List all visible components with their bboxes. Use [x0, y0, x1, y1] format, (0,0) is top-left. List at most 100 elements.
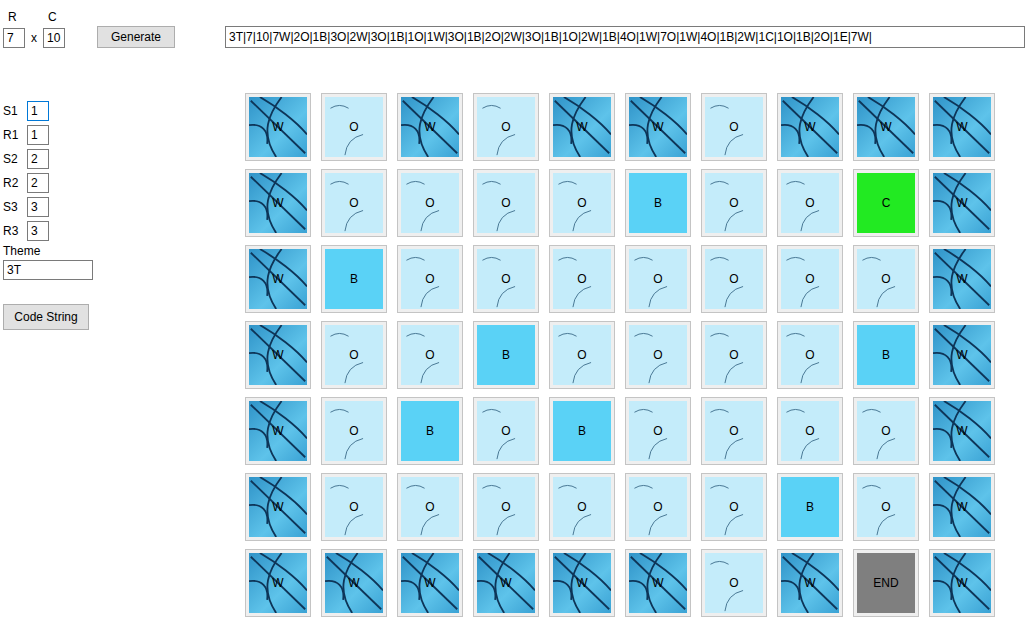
tile[interactable]: W: [929, 549, 995, 617]
tile-label: O: [347, 196, 360, 210]
param-input[interactable]: [27, 221, 49, 241]
tile[interactable]: O: [853, 473, 919, 541]
tile[interactable]: W: [777, 549, 843, 617]
tile[interactable]: O: [853, 397, 919, 465]
tile[interactable]: O: [701, 321, 767, 389]
tile[interactable]: O: [701, 549, 767, 617]
tile[interactable]: O: [473, 169, 539, 237]
tile[interactable]: O: [853, 245, 919, 313]
tile[interactable]: O: [397, 245, 463, 313]
tile[interactable]: O: [549, 245, 615, 313]
tile-label: W: [422, 120, 437, 134]
tile[interactable]: O: [777, 169, 843, 237]
tile[interactable]: W: [397, 549, 463, 617]
param-input[interactable]: [27, 197, 49, 217]
tile[interactable]: W: [625, 93, 691, 161]
tile[interactable]: W: [777, 93, 843, 161]
tile[interactable]: W: [929, 245, 995, 313]
tile[interactable]: O: [321, 169, 387, 237]
tile[interactable]: W: [853, 93, 919, 161]
tile[interactable]: W: [321, 549, 387, 617]
code-string-button[interactable]: Code String: [3, 304, 89, 330]
size-input[interactable]: [43, 28, 65, 48]
tile-face: B: [325, 249, 383, 309]
param-input[interactable]: [27, 125, 49, 145]
param-row: S3: [3, 196, 49, 218]
tile[interactable]: O: [397, 473, 463, 541]
tile-label: O: [879, 500, 892, 514]
tile-label: O: [575, 500, 588, 514]
tile[interactable]: W: [929, 473, 995, 541]
tile[interactable]: W: [245, 169, 311, 237]
tile[interactable]: W: [473, 549, 539, 617]
tile[interactable]: W: [929, 397, 995, 465]
tile-face: O: [705, 173, 763, 233]
tile[interactable]: O: [473, 473, 539, 541]
tile[interactable]: W: [549, 549, 615, 617]
tile[interactable]: O: [701, 93, 767, 161]
tile[interactable]: O: [701, 473, 767, 541]
tile[interactable]: O: [397, 169, 463, 237]
tile-face: O: [857, 249, 915, 309]
tile[interactable]: O: [321, 397, 387, 465]
tile[interactable]: O: [473, 397, 539, 465]
tile[interactable]: W: [929, 169, 995, 237]
theme-input[interactable]: [3, 260, 93, 280]
tile-label: W: [650, 120, 665, 134]
tile[interactable]: B: [397, 397, 463, 465]
tile[interactable]: O: [321, 93, 387, 161]
param-input[interactable]: [27, 149, 49, 169]
param-input[interactable]: [27, 101, 49, 121]
tile[interactable]: O: [701, 245, 767, 313]
tile[interactable]: O: [473, 93, 539, 161]
tile[interactable]: W: [245, 245, 311, 313]
tile[interactable]: C: [853, 169, 919, 237]
tile-label: O: [651, 500, 664, 514]
tile-label: O: [575, 196, 588, 210]
tile[interactable]: O: [397, 321, 463, 389]
tile-face: W: [781, 97, 839, 157]
tile-label: W: [270, 576, 285, 590]
tile-face: O: [553, 173, 611, 233]
tile[interactable]: O: [625, 245, 691, 313]
tile[interactable]: O: [549, 169, 615, 237]
code-field[interactable]: [225, 26, 1025, 48]
tile[interactable]: O: [549, 321, 615, 389]
tile[interactable]: O: [549, 473, 615, 541]
tile[interactable]: W: [245, 473, 311, 541]
tile[interactable]: W: [245, 93, 311, 161]
tile[interactable]: B: [321, 245, 387, 313]
tile[interactable]: W: [929, 93, 995, 161]
tile-face: O: [781, 173, 839, 233]
tile[interactable]: O: [625, 473, 691, 541]
tile[interactable]: O: [473, 245, 539, 313]
tile[interactable]: END: [853, 549, 919, 617]
tile[interactable]: W: [245, 321, 311, 389]
tile[interactable]: O: [777, 245, 843, 313]
generate-button[interactable]: Generate: [97, 26, 175, 48]
size-input[interactable]: [3, 28, 25, 48]
tile[interactable]: O: [777, 397, 843, 465]
tile[interactable]: W: [245, 549, 311, 617]
tile[interactable]: W: [245, 397, 311, 465]
tile[interactable]: B: [625, 169, 691, 237]
tile[interactable]: W: [929, 321, 995, 389]
tile[interactable]: W: [625, 549, 691, 617]
tile[interactable]: B: [777, 473, 843, 541]
tile-label: O: [803, 348, 816, 362]
tile[interactable]: O: [701, 169, 767, 237]
param-input[interactable]: [27, 173, 49, 193]
tile[interactable]: B: [853, 321, 919, 389]
tile[interactable]: W: [549, 93, 615, 161]
tile[interactable]: B: [473, 321, 539, 389]
tile[interactable]: O: [625, 397, 691, 465]
tile-label: O: [347, 120, 360, 134]
tile[interactable]: B: [549, 397, 615, 465]
tile[interactable]: O: [701, 397, 767, 465]
tile[interactable]: O: [625, 321, 691, 389]
tile-label: W: [574, 120, 589, 134]
tile[interactable]: O: [777, 321, 843, 389]
tile[interactable]: O: [321, 321, 387, 389]
tile[interactable]: W: [397, 93, 463, 161]
tile[interactable]: O: [321, 473, 387, 541]
